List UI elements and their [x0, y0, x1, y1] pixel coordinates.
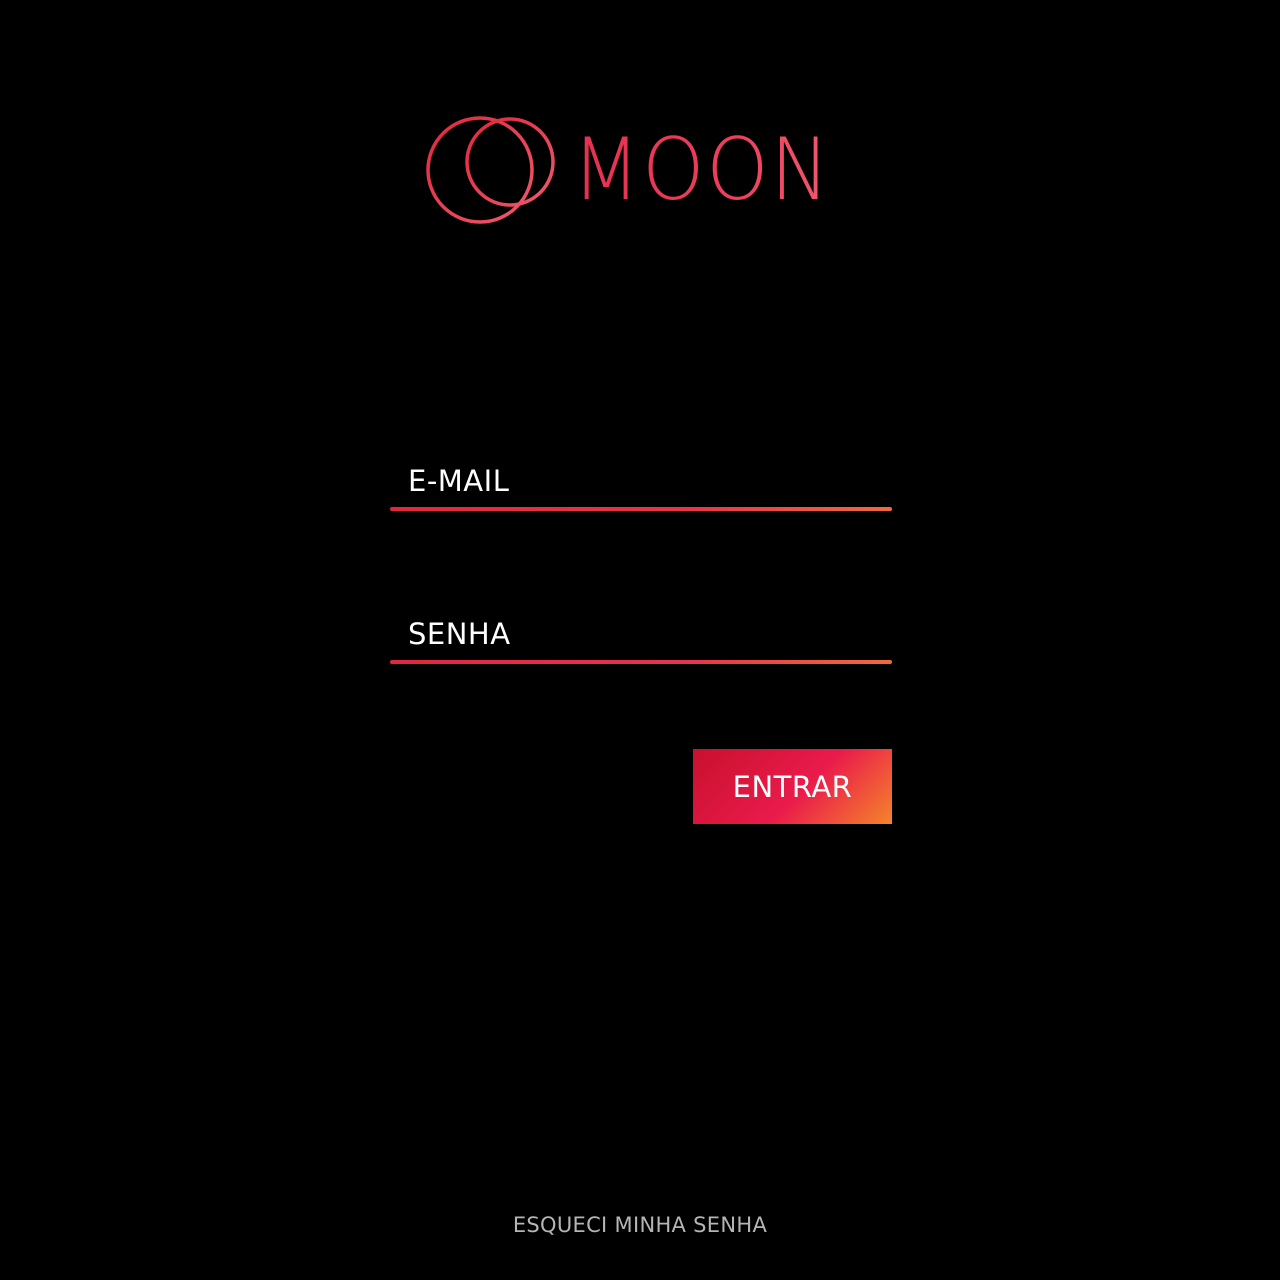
brand-logo: MOON: [424, 112, 864, 228]
password-field[interactable]: [390, 608, 892, 660]
email-field-group: [390, 455, 892, 511]
overlapping-circles-icon: [426, 116, 555, 224]
forgot-password-link[interactable]: ESQUECI MINHA SENHA: [0, 1213, 1280, 1237]
email-field[interactable]: [390, 455, 892, 507]
brand-name: MOON: [572, 120, 832, 220]
email-field-underline: [390, 507, 892, 511]
password-field-underline: [390, 660, 892, 664]
login-button[interactable]: ENTRAR: [693, 749, 892, 824]
password-field-group: [390, 608, 892, 664]
